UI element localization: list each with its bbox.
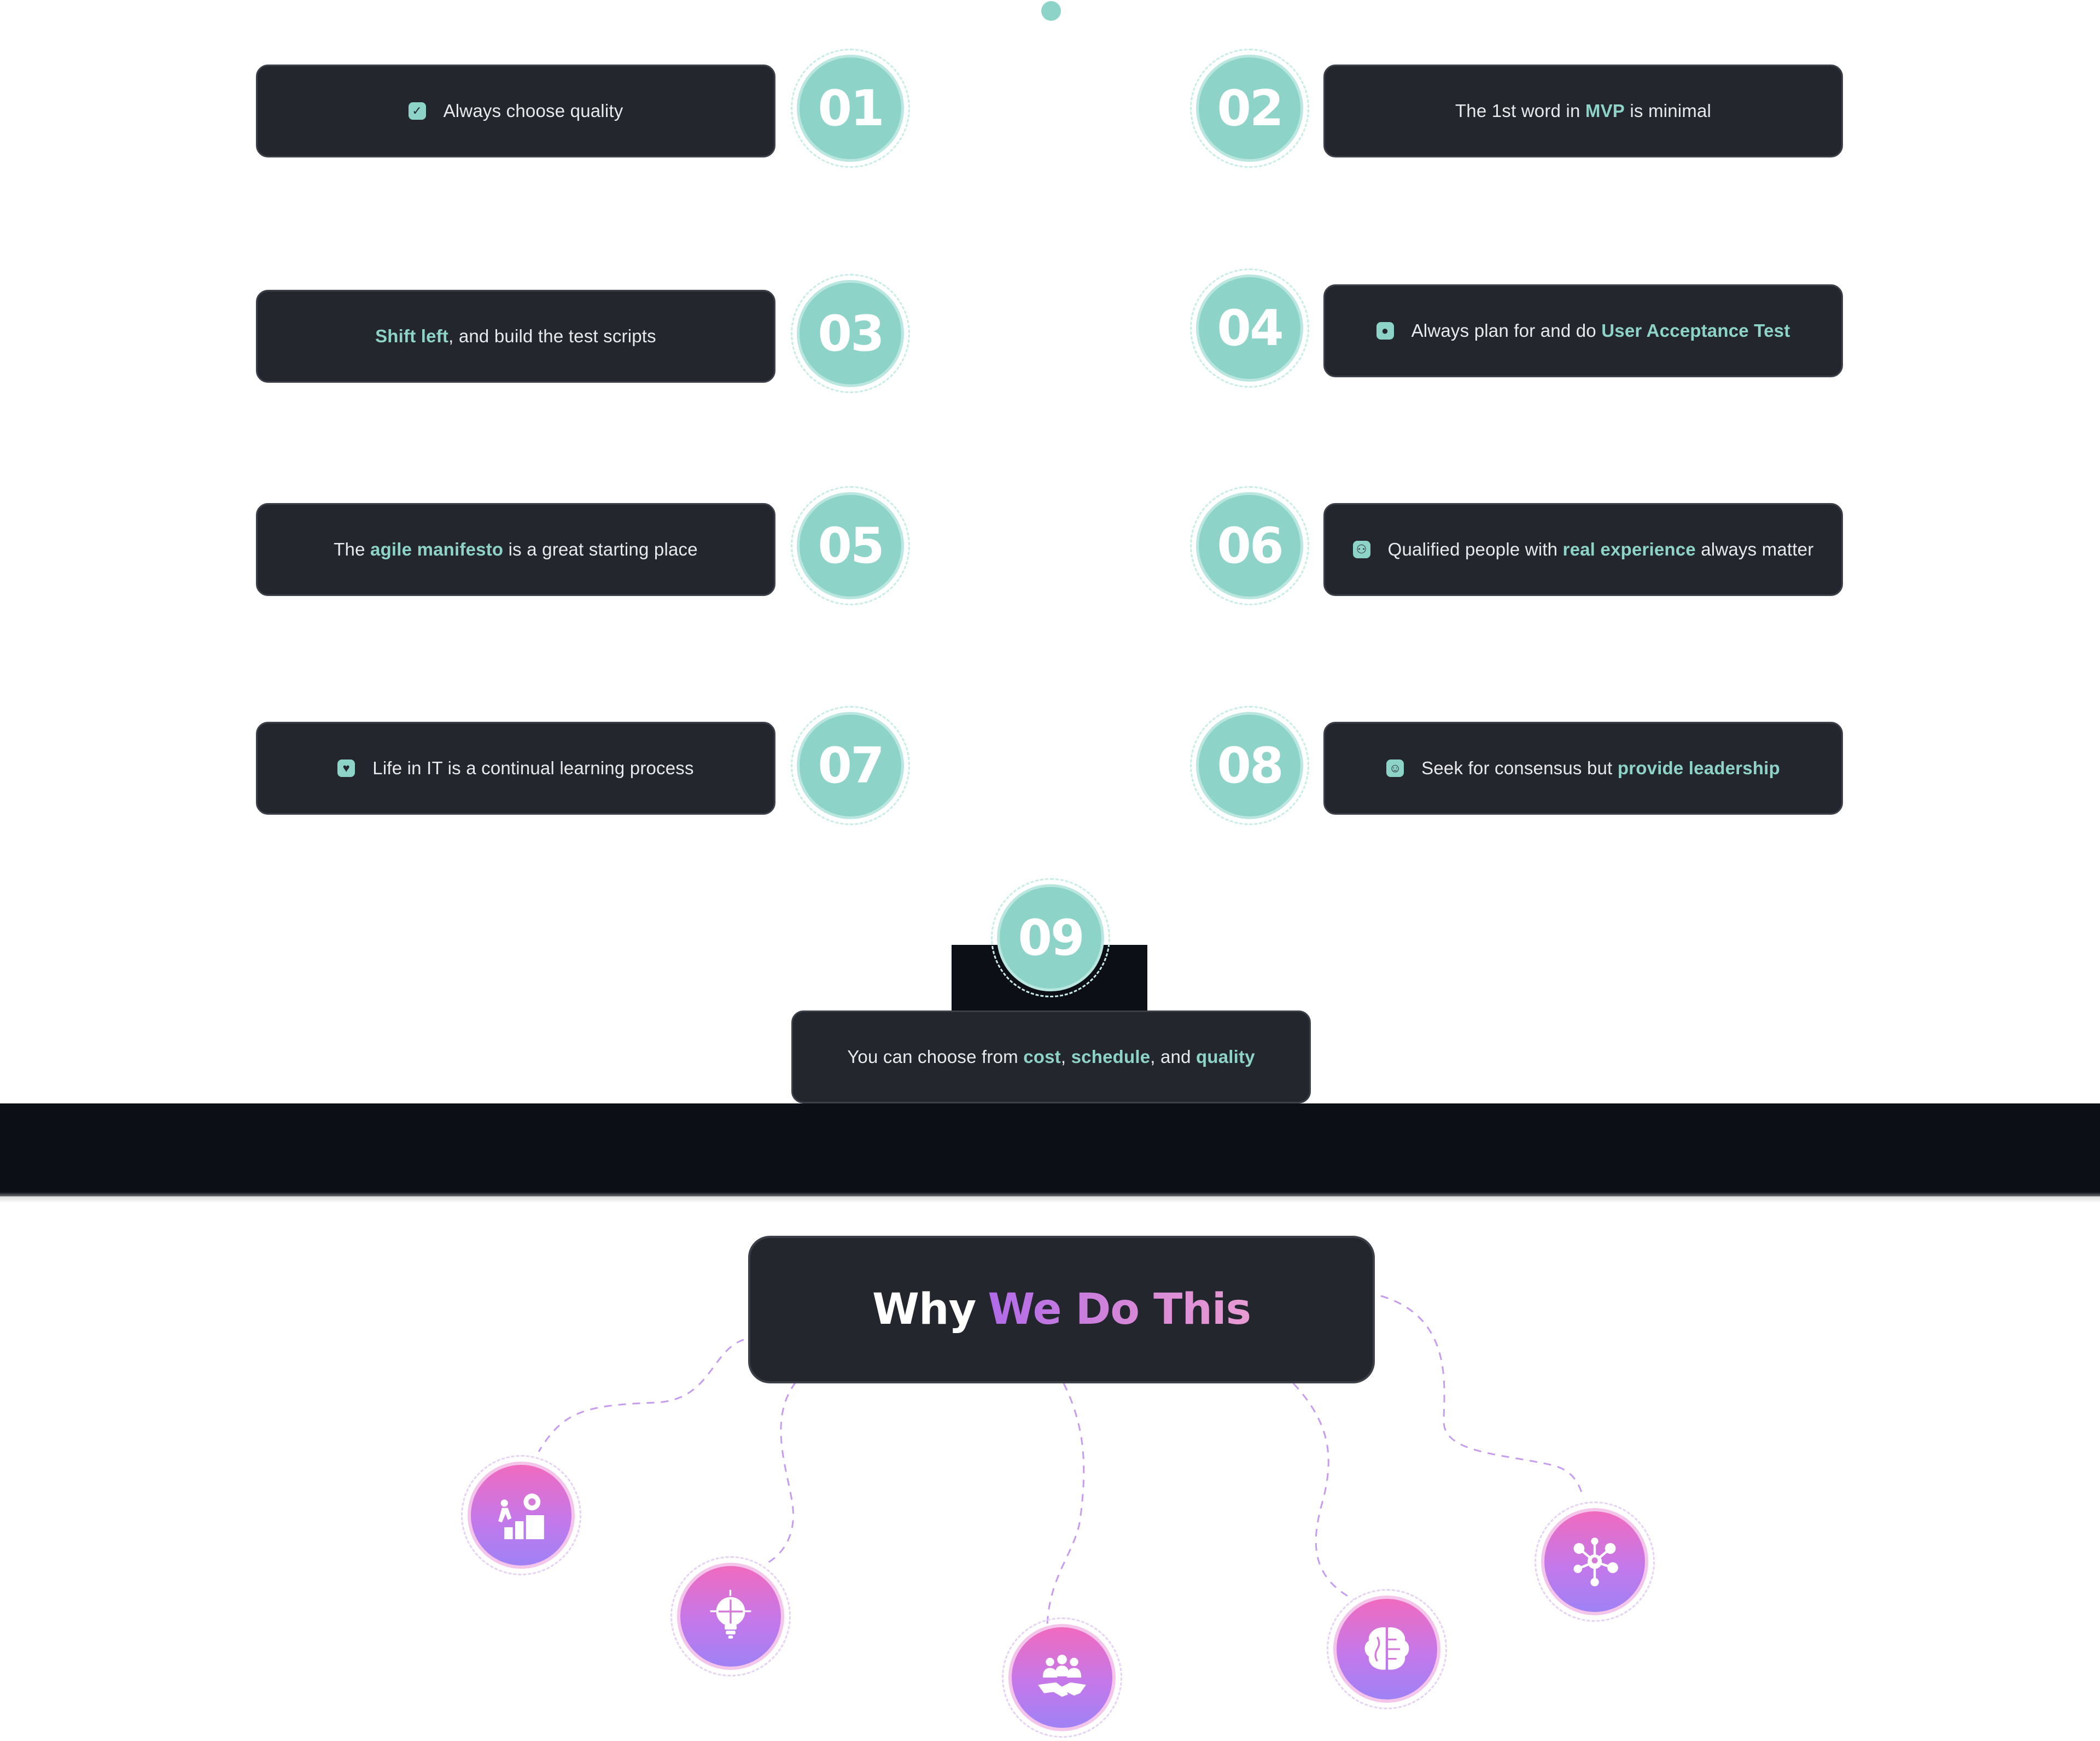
lightbulb-puzzle-icon xyxy=(710,1590,751,1639)
growth-steps-gear-icon xyxy=(498,1493,544,1539)
number-badge-02: 02 xyxy=(1190,49,1309,168)
principle-highlight: quality xyxy=(1196,1047,1255,1067)
principle-text: , and xyxy=(1150,1047,1197,1067)
number-badge-04: 04 xyxy=(1190,268,1309,388)
principle-card-02: The 1st word in MVP is minimal xyxy=(1323,65,1843,157)
principle-card-03: Shift left, and build the test scripts xyxy=(256,290,775,383)
principle-text: is a great starting place xyxy=(503,539,698,559)
brain-circuit-icon-circle xyxy=(1327,1589,1447,1709)
handshake-team-icon xyxy=(1038,1655,1086,1697)
principle-text: , and build the test scripts xyxy=(448,326,656,346)
principle-highlight: agile manifesto xyxy=(370,539,504,559)
principle-text: is minimal xyxy=(1625,101,1712,121)
top-connector-dot xyxy=(1041,1,1061,21)
number-badge-06: 06 xyxy=(1190,486,1309,605)
network-people-icon xyxy=(1573,1538,1618,1587)
number-badge-05: 05 xyxy=(791,486,910,605)
check-square-icon: ✓ xyxy=(408,102,426,120)
principle-card-01: ✓ Always choose quality xyxy=(256,65,775,157)
principle-text: , xyxy=(1060,1047,1071,1067)
people-icon: ⚇ xyxy=(1352,541,1370,558)
principle-card-07: ♥ Life in IT is a continual learning pro… xyxy=(256,722,775,815)
principle-highlight: real experience xyxy=(1562,539,1696,559)
principle-text: The 1st word in xyxy=(1455,101,1585,121)
why-heading-gradient: We Do This xyxy=(988,1285,1251,1334)
principle-highlight: MVP xyxy=(1585,101,1625,121)
principle-text: Seek for consensus but xyxy=(1421,758,1618,778)
user-badge-icon: ● xyxy=(1376,322,1394,340)
principle-text: always matter xyxy=(1695,539,1814,559)
principle-highlight: cost xyxy=(1023,1047,1061,1067)
number-badge-07: 07 xyxy=(791,706,910,825)
principle-text: Always plan for and do xyxy=(1411,320,1602,341)
section-divider-fade xyxy=(0,1181,2100,1203)
growth-steps-gear-icon-circle xyxy=(461,1455,581,1575)
network-people-icon-circle xyxy=(1535,1502,1655,1622)
principle-highlight: schedule xyxy=(1071,1047,1151,1067)
principle-highlight: User Acceptance Test xyxy=(1601,320,1790,341)
brain-circuit-icon xyxy=(1364,1627,1409,1670)
principle-card-08: ☺ Seek for consensus but provide leaders… xyxy=(1323,722,1843,815)
number-badge-09: 09 xyxy=(991,878,1110,997)
principle-card-06: ⚇ Qualified people with real experience … xyxy=(1323,503,1843,596)
principle-text: You can choose from xyxy=(847,1047,1024,1067)
why-heading-plain: Why xyxy=(872,1285,976,1334)
principle-card-09: You can choose from cost, schedule, and … xyxy=(791,1010,1311,1103)
number-badge-08: 08 xyxy=(1190,706,1309,825)
group-icon: ☺ xyxy=(1386,760,1404,777)
principle-text: Always choose quality xyxy=(443,101,623,121)
number-badge-01: 01 xyxy=(791,49,910,168)
principle-highlight: Shift left xyxy=(375,326,449,346)
principle-card-05: The agile manifesto is a great starting … xyxy=(256,503,775,596)
handshake-team-icon-circle xyxy=(1002,1617,1122,1738)
principle-text: Qualified people with xyxy=(1387,539,1563,559)
principle-text: The xyxy=(334,539,371,559)
lightbulb-puzzle-icon-circle xyxy=(670,1556,791,1676)
dashed-connectors xyxy=(538,1295,1584,1625)
heart-icon: ♥ xyxy=(337,760,355,777)
why-heading-box: Why We Do This xyxy=(748,1236,1375,1383)
principle-text: Life in IT is a continual learning proce… xyxy=(372,758,694,778)
number-badge-03: 03 xyxy=(791,274,910,393)
principle-card-04: ● Always plan for and do User Acceptance… xyxy=(1323,284,1843,377)
principle-highlight: provide leadership xyxy=(1617,758,1780,778)
